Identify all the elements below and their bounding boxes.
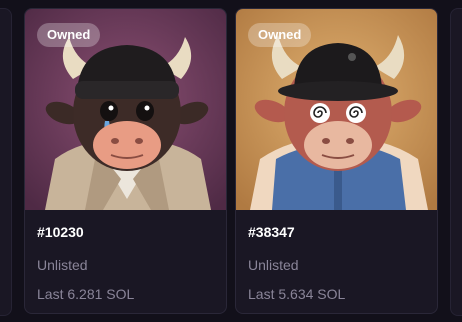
listing-status: Unlisted: [37, 257, 88, 273]
partial-card-left[interactable]: [0, 8, 12, 316]
nft-card[interactable]: Owned #38347 Unlisted Last 5.634 SOL: [235, 8, 438, 314]
token-id: #38347: [248, 224, 295, 240]
nft-image[interactable]: Owned: [236, 9, 437, 210]
owned-badge: Owned: [37, 23, 101, 47]
last-sale-price: Last 6.281 SOL: [37, 286, 135, 302]
nft-image[interactable]: Owned: [25, 9, 226, 210]
listing-status: Unlisted: [248, 257, 299, 273]
nft-grid: Owned #10230 Unlisted Last 6.281 SOL Own…: [0, 0, 462, 322]
nft-card-info: #38347 Unlisted Last 5.634 SOL: [248, 223, 427, 303]
nft-card[interactable]: Owned #10230 Unlisted Last 6.281 SOL: [24, 8, 227, 314]
partial-card-right[interactable]: [450, 8, 462, 316]
owned-badge: Owned: [248, 23, 312, 47]
nft-card-info: #10230 Unlisted Last 6.281 SOL: [37, 223, 216, 303]
token-id: #10230: [37, 224, 84, 240]
last-sale-price: Last 5.634 SOL: [248, 286, 346, 302]
